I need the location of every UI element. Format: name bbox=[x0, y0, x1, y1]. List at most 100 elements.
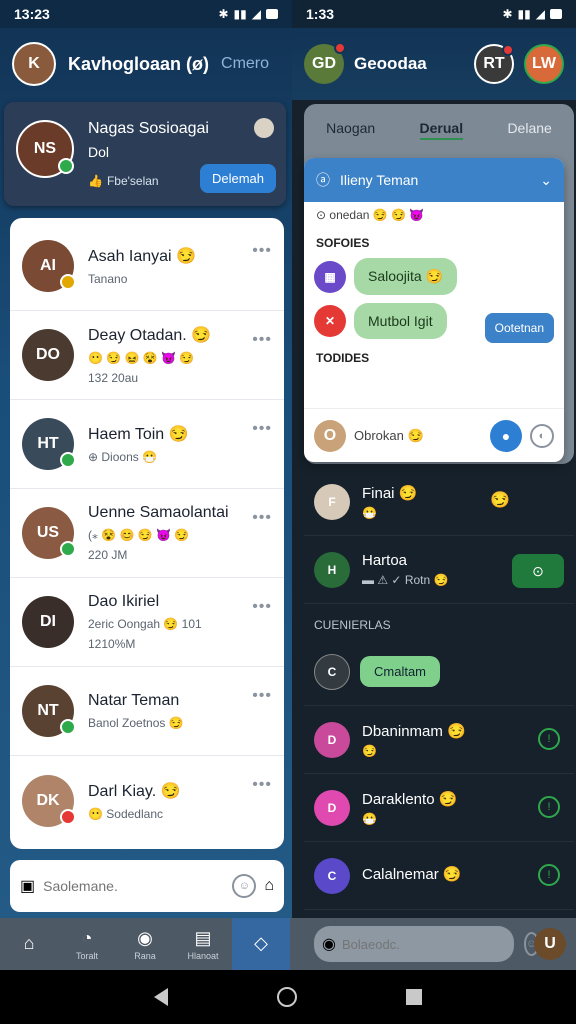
status-icons: ✱ ▮▮ ◢ bbox=[218, 7, 278, 21]
message-bubble[interactable]: Saloojita 😏 bbox=[354, 258, 458, 295]
section-label: TODIDES bbox=[316, 351, 370, 365]
message-bubble[interactable]: Mutbol Igit bbox=[354, 303, 447, 339]
status-icons: ✱ ▮▮ ◢ bbox=[502, 7, 562, 21]
avatar: H bbox=[314, 551, 350, 588]
nav-item[interactable]: ◔ Toralt bbox=[58, 918, 116, 970]
avatar-initials: D bbox=[327, 800, 337, 815]
chat-list-panel: K Kavhogloaan (ø) Cmero NS Nagas Sosioag… bbox=[0, 28, 292, 918]
list-item[interactable]: AI Asah Ianyai 😏 Tanano ••• bbox=[10, 222, 284, 311]
avatar-initials: LW bbox=[532, 55, 556, 72]
search-bar: ▣ ☺ ⌂ bbox=[10, 860, 284, 912]
section-label: SOFOIES bbox=[316, 236, 370, 250]
chevron-down-icon[interactable]: ⌄ bbox=[540, 172, 552, 189]
notification-badge bbox=[502, 44, 514, 56]
avatar-initials: DK bbox=[36, 791, 60, 809]
popup-header[interactable]: ⓐ Ilieny Teman ⌄ bbox=[304, 158, 564, 202]
message-preview: 😶 Sodedlanc bbox=[88, 806, 163, 821]
list-item[interactable]: DO Deay Otadan. 😏 😶 😏 😖 😵 😈 😏 132 20au •… bbox=[10, 311, 284, 400]
more-options-icon[interactable]: ••• bbox=[252, 598, 272, 616]
avatar: DI bbox=[22, 596, 74, 648]
more-options-icon[interactable]: ••• bbox=[252, 509, 272, 527]
recents-icon[interactable] bbox=[405, 989, 422, 1005]
nav-label: Hlanoat bbox=[187, 950, 219, 961]
profile-icon[interactable]: ⌂ bbox=[264, 877, 274, 895]
tab-delane[interactable]: Delane bbox=[507, 120, 551, 140]
list-item[interactable]: H Hartoa ▬ ⚠ ✓ Rotn 😏 ⊙ bbox=[304, 536, 574, 604]
popup-action-button[interactable]: Ootetnan bbox=[484, 313, 554, 343]
action-button[interactable]: ⊙ bbox=[512, 554, 564, 588]
tab-derual[interactable]: Derual bbox=[419, 120, 464, 140]
profile-action-button[interactable]: Delemah bbox=[199, 164, 276, 193]
avatar: AI bbox=[22, 240, 76, 292]
action-chip[interactable]: Cmaltam bbox=[360, 656, 441, 687]
avatar[interactable]: U bbox=[534, 928, 566, 960]
more-options-icon[interactable]: ••• bbox=[252, 420, 272, 438]
bluetooth-icon: ✱ bbox=[502, 7, 513, 21]
more-options-icon[interactable]: ••• bbox=[252, 687, 272, 705]
list-item[interactable]: F Finai 😏 😷 😏 bbox=[304, 468, 574, 536]
avatar: DO bbox=[22, 329, 74, 381]
popup-title: Ilieny Teman bbox=[340, 172, 419, 188]
page-title: Kavhogloaan (ø) bbox=[68, 53, 210, 74]
chat-text: Deay Otadan. 😏 😶 😏 😖 😵 😈 😏 132 20au bbox=[88, 325, 272, 385]
calendar-icon[interactable]: ▣ bbox=[20, 876, 35, 896]
list-item[interactable]: DI Dao Ikiriel 2eric Oongah 😏 101 1210%M… bbox=[10, 578, 284, 667]
more-options-icon[interactable]: ••• bbox=[252, 242, 272, 260]
more-options-icon[interactable]: ••• bbox=[252, 331, 272, 349]
emoji-icon[interactable]: ☺ bbox=[232, 874, 257, 898]
home-icon[interactable] bbox=[276, 987, 297, 1007]
chat-text: Natar Teman Banol Zoetnos 😏 bbox=[88, 692, 272, 730]
avatar-initials: H bbox=[327, 562, 337, 577]
info-icon[interactable]: ! bbox=[538, 864, 560, 886]
signal-icon: ▮▮ bbox=[517, 7, 531, 21]
nav-item[interactable]: ◇ bbox=[232, 918, 290, 970]
message-row: ✕ Mutbol Igit Ootetnan bbox=[304, 299, 564, 343]
toggle-icon[interactable]: ◐ bbox=[530, 423, 554, 448]
more-options-icon[interactable]: ••• bbox=[252, 776, 272, 794]
bottom-search-input[interactable] bbox=[341, 936, 518, 952]
grid-icon: ▦ bbox=[314, 260, 346, 293]
list-item[interactable]: D Daraklento 😏 😷 ! bbox=[304, 774, 574, 842]
trail-icon: 😏 bbox=[490, 492, 510, 509]
list-item[interactable]: DK Darl Kiay. 😏 😶 Sodedlanc ••• bbox=[10, 756, 284, 845]
left-header: K Kavhogloaan (ø) Cmero bbox=[0, 28, 292, 100]
avatar-initials: F bbox=[328, 494, 336, 509]
nav-item[interactable]: ◉ Rana bbox=[116, 918, 174, 970]
list-item[interactable]: US Uenne Samaolantai (⁎ 😵 😊 😏 😈 😏 220 JM… bbox=[10, 489, 284, 578]
list-item[interactable]: C Calalnemar 😏 ! bbox=[304, 842, 574, 910]
avatar[interactable]: K bbox=[12, 42, 56, 86]
avatar[interactable]: RT bbox=[474, 44, 514, 84]
item-text: Dbaninmam 😏 😏 bbox=[362, 722, 564, 758]
nav-icon: ◇ bbox=[254, 932, 268, 953]
info-icon[interactable]: ! bbox=[538, 728, 560, 750]
status-bar-left: 13:23 ✱ ▮▮ ◢ bbox=[0, 0, 292, 28]
avatar-initials: NS bbox=[33, 140, 57, 157]
list-item[interactable]: NT Natar Teman Banol Zoetnos 😏 ••• bbox=[10, 667, 284, 756]
camera-icon[interactable]: ◉ bbox=[322, 934, 336, 954]
online-indicator bbox=[60, 274, 76, 290]
list-item[interactable]: HT Haem Toin 😏 ⊕ Dioons 😷 ••• bbox=[10, 400, 284, 489]
nav-icon: ◉ bbox=[137, 927, 153, 948]
avatar: D bbox=[314, 789, 350, 826]
contact-name: Haem Toin 😏 bbox=[88, 426, 189, 443]
online-indicator bbox=[60, 719, 76, 735]
avatar: US bbox=[22, 507, 76, 559]
notification-badge bbox=[334, 42, 346, 54]
avatar[interactable]: LW bbox=[524, 44, 564, 84]
avatar: D bbox=[314, 721, 350, 758]
location-icon[interactable]: ● bbox=[490, 419, 522, 452]
wifi-icon: ◢ bbox=[251, 7, 261, 21]
info-icon[interactable]: ! bbox=[538, 796, 560, 818]
list-item[interactable]: D Dbaninmam 😏 😏 ! bbox=[304, 706, 574, 774]
avatar[interactable]: GD bbox=[304, 42, 346, 84]
battery-icon bbox=[550, 9, 562, 19]
info-icon: ⓐ bbox=[316, 172, 330, 188]
nav-item[interactable]: ▤ Hlanoat bbox=[174, 918, 232, 970]
battery-icon bbox=[266, 9, 278, 19]
tab-naogan[interactable]: Naogan bbox=[326, 120, 375, 140]
back-icon[interactable] bbox=[154, 988, 169, 1006]
search-input[interactable] bbox=[43, 878, 225, 894]
nav-item[interactable]: ⌂ bbox=[0, 918, 58, 970]
list-item[interactable]: C Cmaltam bbox=[304, 638, 574, 706]
profile-card[interactable]: NS Nagas Sosioagai Dol 👍 Fbe'selan Delem… bbox=[4, 102, 286, 206]
